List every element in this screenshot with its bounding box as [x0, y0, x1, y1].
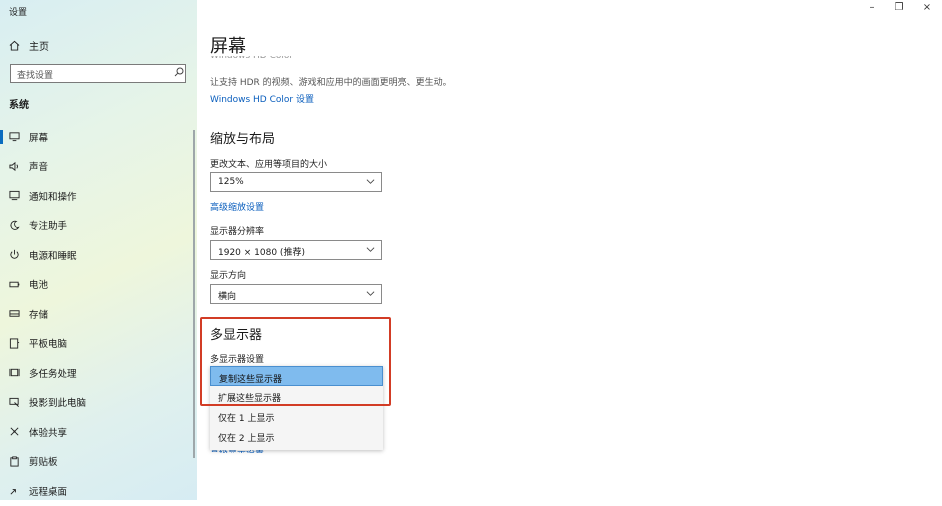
chevron-down-icon [366, 179, 375, 184]
sidebar-item-display[interactable]: 屏幕 [0, 122, 197, 152]
search-input[interactable]: 查找设置 [10, 64, 186, 83]
remote-icon [10, 489, 16, 495]
sidebar-item-sound[interactable]: 声音 [0, 152, 197, 182]
sidebar-item-project[interactable]: 投影到此电脑 [0, 388, 197, 418]
monitor-icon [9, 132, 20, 142]
minimize-button[interactable]: – [862, 2, 882, 13]
hdr-heading-cut: Windows HD Color [210, 56, 294, 61]
sidebar-item-label: 电源和睡眠 [29, 250, 77, 262]
sidebar-item-tablet[interactable]: 平板电脑 [0, 329, 197, 359]
clipboard-icon [10, 456, 19, 467]
sidebar-item-label: 多任务处理 [29, 368, 77, 380]
sidebar-item-label: 电池 [29, 280, 49, 292]
power-icon [10, 250, 19, 259]
close-button[interactable]: × [917, 2, 937, 13]
speaker-icon [9, 161, 18, 171]
sidebar-item-label: 远程桌面 [29, 486, 68, 498]
multitask-icon [9, 369, 20, 377]
sidebar-item-label: 体验共享 [29, 427, 68, 439]
sidebar-item-clipboard[interactable]: 剪贴板 [0, 447, 197, 477]
sidebar-item-label: 平板电脑 [29, 339, 68, 351]
window-title: 设置 [9, 8, 28, 18]
share-icon [10, 427, 19, 436]
advanced-scaling-link[interactable]: 高级缩放设置 [210, 200, 264, 213]
sidebar-item-label: 屏幕 [29, 132, 49, 144]
scale-dropdown[interactable]: 125% [210, 172, 382, 192]
sidebar-item-multitasking[interactable]: 多任务处理 [0, 358, 197, 388]
moon-icon [10, 220, 20, 230]
project-icon [9, 397, 19, 407]
sidebar-item-label: 投影到此电脑 [29, 398, 87, 410]
orientation-label: 显示方向 [210, 271, 247, 281]
sidebar: 设置 主页 查找设置 系统 屏幕 声音 通知和操作 专注助手 电源和睡眠 电池 … [0, 0, 197, 500]
scale-value: 125% [218, 177, 244, 187]
search-icon[interactable] [174, 67, 184, 77]
sidebar-item-battery[interactable]: 电池 [0, 270, 197, 300]
tablet-icon [9, 338, 20, 349]
sidebar-item-remote-desktop[interactable]: 远程桌面 [0, 476, 197, 506]
home-label: 主页 [29, 42, 49, 53]
nav-list: 屏幕 声音 通知和操作 专注助手 电源和睡眠 电池 存储 平板电脑 多任务处理 … [0, 122, 197, 506]
home-icon [9, 40, 20, 51]
orientation-dropdown[interactable]: 横向 [210, 284, 382, 304]
resolution-label: 显示器分辨率 [210, 227, 265, 237]
sidebar-item-focus-assist[interactable]: 专注助手 [0, 211, 197, 241]
option-only-1[interactable]: 仅在 1 上显示 [210, 406, 383, 426]
sidebar-item-label: 剪贴板 [29, 457, 58, 469]
maximize-button[interactable]: ❐ [889, 2, 909, 13]
sidebar-item-storage[interactable]: 存储 [0, 299, 197, 329]
scale-layout-heading: 缩放与布局 [210, 132, 276, 147]
hdr-settings-link[interactable]: Windows HD Color 设置 [210, 92, 314, 105]
sidebar-item-power[interactable]: 电源和睡眠 [0, 240, 197, 270]
sidebar-item-label: 通知和操作 [29, 191, 77, 203]
orientation-value: 横向 [218, 292, 237, 302]
sidebar-item-notifications[interactable]: 通知和操作 [0, 181, 197, 211]
storage-icon [9, 310, 20, 317]
sidebar-item-shared-experiences[interactable]: 体验共享 [0, 417, 197, 447]
sidebar-item-label: 存储 [29, 309, 49, 321]
sidebar-scrollbar[interactable] [193, 130, 195, 458]
red-highlight-annotation [200, 317, 391, 406]
page-title: 屏幕 [210, 36, 246, 57]
chevron-down-icon [366, 247, 375, 252]
sidebar-item-label: 专注助手 [29, 221, 68, 233]
section-title: 系统 [9, 100, 29, 111]
option-only-2[interactable]: 仅在 2 上显示 [210, 426, 383, 446]
resolution-dropdown[interactable]: 1920 × 1080 (推荐) [210, 240, 382, 260]
resolution-value: 1920 × 1080 (推荐) [218, 248, 305, 258]
sidebar-item-label: 声音 [29, 162, 49, 174]
chevron-down-icon [366, 291, 375, 296]
battery-icon [9, 281, 20, 287]
scale-label: 更改文本、应用等项目的大小 [210, 160, 328, 170]
notification-icon [9, 191, 20, 201]
home-link[interactable]: 主页 [9, 38, 49, 53]
hdr-description: 让支持 HDR 的视频、游戏和应用中的画面更明亮、更生动。 [210, 78, 452, 88]
